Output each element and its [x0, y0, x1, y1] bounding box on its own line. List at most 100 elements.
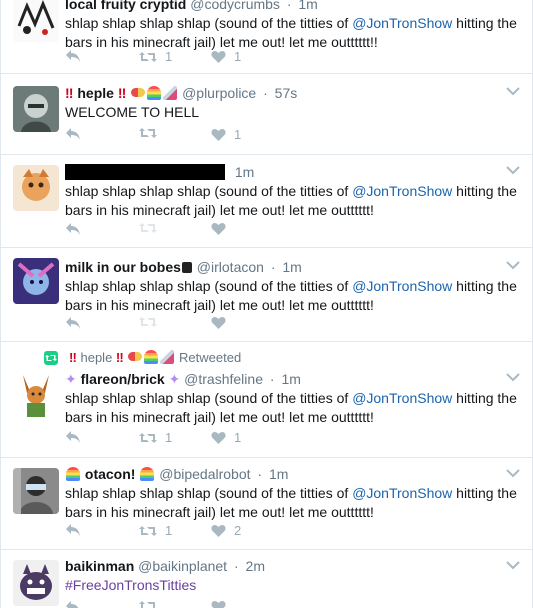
caret-down-icon[interactable]: [506, 260, 520, 270]
tweet[interactable]: ‼ heple ‼ Retweeted ✦ flareon/brick ✦ @t…: [1, 342, 532, 458]
mention-link[interactable]: @JonTronShow: [352, 390, 452, 406]
avatar[interactable]: [13, 371, 59, 417]
timestamp[interactable]: 1m: [281, 371, 300, 387]
display-name[interactable]: local fruity cryptid: [65, 0, 186, 12]
tweet[interactable]: ‼ heple ‼ @plurpolice · 57s WELCOME TO H…: [1, 74, 532, 155]
like-count: 1: [234, 127, 242, 142]
retweet-button[interactable]: [139, 316, 157, 328]
tweet[interactable]: baikinman @baikinplanet · 2m #FreeJonTro…: [1, 550, 532, 608]
rainbow-emoji: [144, 350, 159, 364]
lock-icon: [181, 262, 192, 273]
retweet-button[interactable]: 1: [139, 49, 172, 64]
timestamp[interactable]: 1m: [282, 259, 301, 275]
like-icon: [211, 601, 226, 608]
reply-button[interactable]: [65, 316, 81, 330]
hashtag-link[interactable]: #FreeJonTronsTitties: [65, 576, 520, 595]
avatar[interactable]: [13, 165, 59, 211]
like-button[interactable]: 1: [211, 127, 241, 142]
reply-icon: [66, 50, 80, 62]
retweet-button[interactable]: 1: [139, 430, 172, 445]
username[interactable]: @baikinplanet: [138, 558, 227, 574]
tweet-header: 1m: [65, 162, 520, 182]
username[interactable]: @trashfeline: [184, 371, 263, 387]
tweet-text: shlap shlap shlap shlap (sound of the ti…: [65, 390, 517, 425]
caret-down-icon[interactable]: [506, 86, 520, 96]
like-icon: [211, 129, 226, 141]
retweet-button[interactable]: [139, 222, 157, 234]
timestamp[interactable]: 2m: [246, 558, 265, 574]
retweet-button[interactable]: 1: [139, 523, 172, 538]
tweet-text: shlap shlap shlap shlap (sound of the ti…: [65, 183, 517, 218]
timeline: local fruity cryptid @codycrumbs · 1m sh…: [0, 0, 533, 608]
mention-link[interactable]: @JonTronShow: [352, 485, 452, 501]
like-count: 1: [234, 49, 242, 64]
reply-button[interactable]: [65, 430, 81, 444]
retweet-context: ‼ heple ‼ Retweeted: [69, 350, 242, 365]
rainbow-emoji: [140, 467, 155, 481]
retweet-button[interactable]: [139, 127, 165, 139]
display-name[interactable]: milk in our bobes: [65, 259, 181, 275]
pill-emoji: [128, 352, 143, 361]
avatar[interactable]: [13, 0, 59, 42]
retweeter-name[interactable]: heple: [80, 350, 112, 365]
timestamp[interactable]: 1m: [235, 164, 254, 180]
like-icon: [211, 317, 226, 329]
reply-icon: [66, 601, 79, 608]
double-exclamation-emoji: ‼: [65, 85, 74, 101]
like-button[interactable]: [211, 316, 226, 329]
like-icon: [211, 525, 226, 537]
tweet-header: milk in our bobes @irlotacon · 1m: [65, 259, 302, 275]
like-button[interactable]: 1: [211, 430, 241, 445]
sparkles-emoji: ✦: [65, 371, 77, 387]
tweet[interactable]: otacon! @bipedalrobot · 1m shlap shlap s…: [1, 458, 532, 550]
mention-link[interactable]: @JonTronShow: [352, 183, 452, 199]
mention-link[interactable]: @JonTronShow: [352, 15, 452, 31]
avatar[interactable]: [13, 468, 59, 514]
tweet[interactable]: 1m shlap shlap shlap shlap (sound of the…: [1, 155, 532, 248]
reply-button[interactable]: [65, 49, 81, 63]
display-name[interactable]: flareon/brick: [81, 371, 165, 387]
retweet-icon: [139, 525, 157, 536]
caret-down-icon[interactable]: [506, 468, 520, 478]
tweet-text: shlap shlap shlap shlap (sound of the ti…: [65, 278, 517, 313]
display-name[interactable]: heple: [77, 85, 114, 101]
like-button[interactable]: [211, 222, 226, 235]
tweet-header: otacon! @bipedalrobot · 1m: [65, 464, 520, 484]
avatar[interactable]: [13, 560, 59, 606]
avatar[interactable]: [13, 258, 59, 304]
retweet-count: 1: [165, 49, 173, 64]
like-button[interactable]: [211, 600, 226, 608]
reply-icon: [66, 524, 80, 536]
pill-emoji: [131, 88, 146, 97]
avatar[interactable]: [13, 86, 59, 132]
retweet-button[interactable]: [139, 600, 157, 608]
tweet[interactable]: local fruity cryptid @codycrumbs · 1m sh…: [1, 0, 532, 74]
caret-down-icon[interactable]: [506, 165, 520, 175]
username[interactable]: @irlotacon: [197, 259, 264, 275]
reply-button[interactable]: [65, 600, 81, 608]
reply-button[interactable]: [65, 222, 81, 236]
like-button[interactable]: 2: [211, 523, 241, 538]
reply-button[interactable]: [65, 127, 81, 141]
mention-link[interactable]: @JonTronShow: [352, 278, 452, 294]
like-icon: [211, 51, 226, 63]
tweet[interactable]: milk in our bobes @irlotacon · 1m shlap …: [1, 248, 532, 342]
timestamp[interactable]: 1m: [269, 466, 288, 482]
timestamp[interactable]: 57s: [275, 85, 298, 101]
like-button[interactable]: 1: [211, 49, 241, 64]
username[interactable]: @plurpolice: [182, 85, 256, 101]
retweet-icon: [139, 601, 157, 608]
rainbow-emoji: [66, 467, 80, 481]
retweet-count: 1: [165, 523, 173, 538]
username[interactable]: @bipedalrobot: [159, 466, 250, 482]
display-name[interactable]: baikinman: [65, 558, 134, 574]
timestamp[interactable]: 1m: [298, 0, 317, 12]
reply-button[interactable]: [65, 523, 81, 537]
retweet-count: 1: [165, 430, 173, 445]
caret-down-icon[interactable]: [506, 372, 520, 382]
reply-icon: [66, 223, 80, 235]
tweet-header: local fruity cryptid @codycrumbs · 1m: [65, 0, 520, 14]
username[interactable]: @codycrumbs: [190, 0, 280, 12]
display-name[interactable]: otacon!: [85, 466, 136, 482]
caret-down-icon[interactable]: [506, 560, 520, 570]
